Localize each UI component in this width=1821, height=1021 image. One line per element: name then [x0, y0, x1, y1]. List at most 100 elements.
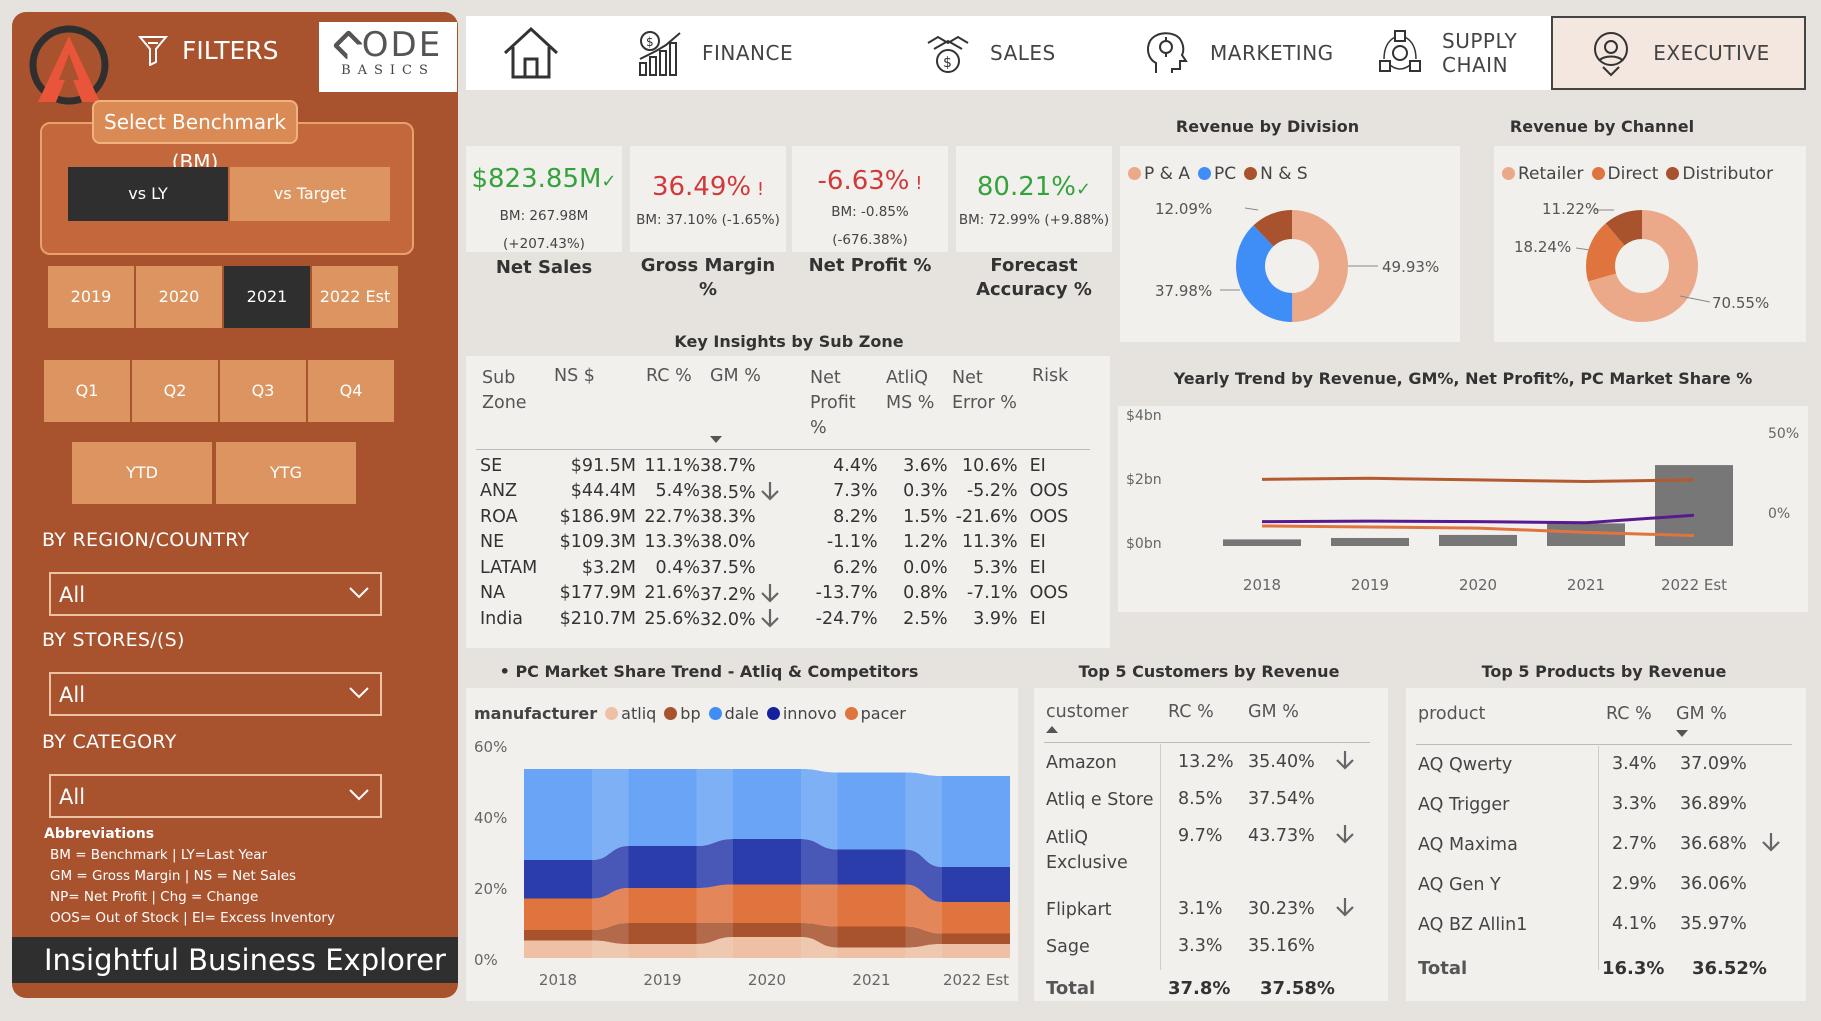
share-bar-dale[interactable]	[524, 769, 592, 860]
bm-vs-target-button[interactable]: vs Target	[230, 167, 390, 221]
table-row[interactable]: LATAM $3.2M 0.4% 37.5% 6.2% 0.0% 5.3% EI	[480, 555, 1078, 581]
nav-executive[interactable]: EXECUTIVE	[1551, 16, 1806, 90]
stores-dropdown[interactable]: All	[49, 672, 382, 716]
y-tick-label: $0bn	[1126, 536, 1162, 552]
share-bar-bp[interactable]	[524, 930, 592, 941]
category-dropdown[interactable]: All	[49, 774, 382, 818]
share-bar-dale[interactable]	[628, 769, 697, 846]
benchmark-title: Select Benchmark (BM)	[92, 100, 298, 174]
share-bar-dale[interactable]	[837, 772, 906, 850]
table-row[interactable]: India $210.7M 25.6% 32.0% -24.7% 2.5% 3.9% EI	[480, 606, 1078, 632]
cell-rc: 9.7%	[1178, 826, 1223, 846]
division-label-pa: 49.93%	[1382, 258, 1440, 276]
category-dropdown-value: All	[59, 785, 86, 809]
share-bar-bp[interactable]	[942, 933, 1010, 945]
share-bar-pacer[interactable]	[837, 884, 906, 927]
division-slice-pa[interactable]	[1292, 210, 1349, 322]
table-row[interactable]: Amazon 13.2% 35.40%	[1034, 751, 1388, 778]
trend-line[interactable]	[1261, 513, 1695, 525]
period-ytd-button[interactable]: YTD	[72, 442, 212, 504]
category-filter-label: BY CATEGORY	[42, 731, 177, 753]
cell-np: 8.2%	[833, 506, 878, 527]
table-row[interactable]: Atliq e Store 8.5% 37.54%	[1034, 789, 1388, 815]
table-row[interactable]: AQ BZ Allin1 4.1% 35.97%	[1406, 914, 1806, 942]
table-row[interactable]: SE $91.5M 11.1% 38.7% 4.4% 3.6% 10.6% EI	[480, 453, 1078, 479]
nav-home[interactable]	[476, 16, 586, 90]
table-row[interactable]: AtliQ Exclusive 9.7% 43.73%	[1034, 825, 1388, 888]
revenue-channel-card: Retailer Direct Distributor 11.22% 70.55…	[1494, 146, 1806, 342]
home-icon	[503, 26, 559, 79]
share-bar-bp[interactable]	[733, 923, 801, 937]
share-bar-bp[interactable]	[628, 923, 697, 944]
share-bar-atliq[interactable]	[733, 937, 801, 958]
down-arrow-icon	[1336, 751, 1354, 770]
revenue-bar[interactable]	[1331, 537, 1409, 546]
share-bar-innovo[interactable]	[837, 849, 906, 885]
year-2020-button[interactable]: 2020	[136, 266, 222, 328]
quarter-q2-button[interactable]: Q2	[132, 360, 218, 422]
share-bar-atliq[interactable]	[628, 944, 697, 958]
table-row[interactable]: AQ Trigger 3.3% 36.89%	[1406, 794, 1806, 822]
quarter-q4-button[interactable]: Q4	[308, 360, 394, 422]
bm-vs-ly-button[interactable]: vs LY	[68, 167, 228, 221]
table-row[interactable]: NE $109.3M 13.3% 38.0% -1.1% 1.2% 11.3% EI	[480, 530, 1078, 556]
nav-sales[interactable]: $ SALES	[924, 16, 1144, 90]
nav-marketing[interactable]: MARKETING	[1142, 16, 1382, 90]
share-bar-pacer[interactable]	[733, 884, 801, 924]
nav-finance[interactable]: $ FINANCE	[636, 16, 876, 90]
trend-line[interactable]	[1261, 524, 1695, 538]
share-bar-pacer[interactable]	[524, 898, 592, 931]
share-bar-atliq[interactable]	[942, 944, 1010, 958]
cell-rc: 25.6%	[644, 608, 700, 629]
sort-asc-icon[interactable]	[1046, 726, 1058, 733]
share-bar-pacer[interactable]	[628, 888, 697, 923]
marketing-head-icon	[1147, 32, 1188, 73]
atliq-logo-icon	[29, 25, 109, 105]
share-bar-innovo[interactable]	[942, 867, 1010, 902]
share-bar-atliq[interactable]	[524, 940, 592, 959]
quarter-q1-button[interactable]: Q1	[44, 360, 130, 422]
share-bar-bp[interactable]	[837, 926, 906, 948]
table-row[interactable]: NA $177.9M 21.6% 37.2% -13.7% 0.8% -7.1% OOS	[480, 581, 1078, 607]
quarter-q3-button[interactable]: Q3	[220, 360, 306, 422]
year-2022-est-button[interactable]: 2022 Est	[312, 266, 398, 328]
revenue-bar[interactable]	[1547, 523, 1625, 546]
cell-ns: $91.5M	[570, 455, 636, 476]
table-row[interactable]: ROA $186.9M 22.7% 38.3% 8.2% 1.5% -21.6% OOS	[480, 504, 1078, 530]
year-2021-button[interactable]: 2021	[224, 266, 310, 328]
table-row[interactable]: Flipkart 3.1% 30.23%	[1034, 898, 1388, 925]
share-bar-pacer[interactable]	[942, 902, 1010, 934]
share-bar-atliq[interactable]	[837, 947, 906, 959]
share-bar-innovo[interactable]	[733, 839, 801, 885]
cell-name: Flipkart	[1046, 900, 1112, 920]
revenue-bar[interactable]	[1223, 539, 1301, 546]
kpi-forecast-bm: BM: 72.99% (+9.88%)	[958, 212, 1110, 228]
year-2019-button[interactable]: 2019	[48, 266, 134, 328]
table-row[interactable]: AQ Gen Y 2.9% 36.06%	[1406, 874, 1806, 902]
sort-desc-icon[interactable]	[710, 436, 724, 444]
share-bar-innovo[interactable]	[524, 860, 592, 899]
channel-label-direct: 18.24%	[1514, 238, 1572, 256]
down-arrow-icon	[1336, 898, 1354, 917]
ribbon-pacer	[696, 884, 733, 923]
share-bar-innovo[interactable]	[628, 846, 697, 888]
finance-chart-icon: $	[639, 31, 681, 76]
col-net-error: Net Error %	[952, 368, 1017, 413]
channel-label-retailer: 70.55%	[1712, 294, 1770, 312]
table-row[interactable]: ANZ $44.4M 5.4% 38.5% 7.3% 0.3% -5.2% OOS	[480, 479, 1078, 505]
sort-desc-icon[interactable]	[1676, 730, 1688, 737]
share-bar-dale[interactable]	[733, 769, 801, 839]
chevron-down-icon	[349, 789, 369, 801]
period-ytg-button[interactable]: YTG	[216, 442, 356, 504]
share-bar-dale[interactable]	[942, 776, 1010, 867]
trend-line[interactable]	[1261, 476, 1695, 484]
table-row[interactable]: AQ Maxima 2.7% 36.68%	[1406, 833, 1806, 862]
nav-supply-chain[interactable]: SUPPLY CHAIN	[1376, 16, 1546, 90]
revenue-bar[interactable]	[1439, 534, 1517, 546]
cell-zone: SE	[480, 455, 503, 476]
table-row[interactable]: Sage 3.3% 35.16%	[1034, 936, 1388, 962]
region-dropdown[interactable]: All	[49, 572, 382, 616]
abbreviation-line: GM = Gross Margin | NS = Net Sales	[50, 868, 297, 884]
division-label-pc: 37.98%	[1155, 282, 1213, 300]
table-row[interactable]: AQ Qwerty 3.4% 37.09%	[1406, 754, 1806, 782]
